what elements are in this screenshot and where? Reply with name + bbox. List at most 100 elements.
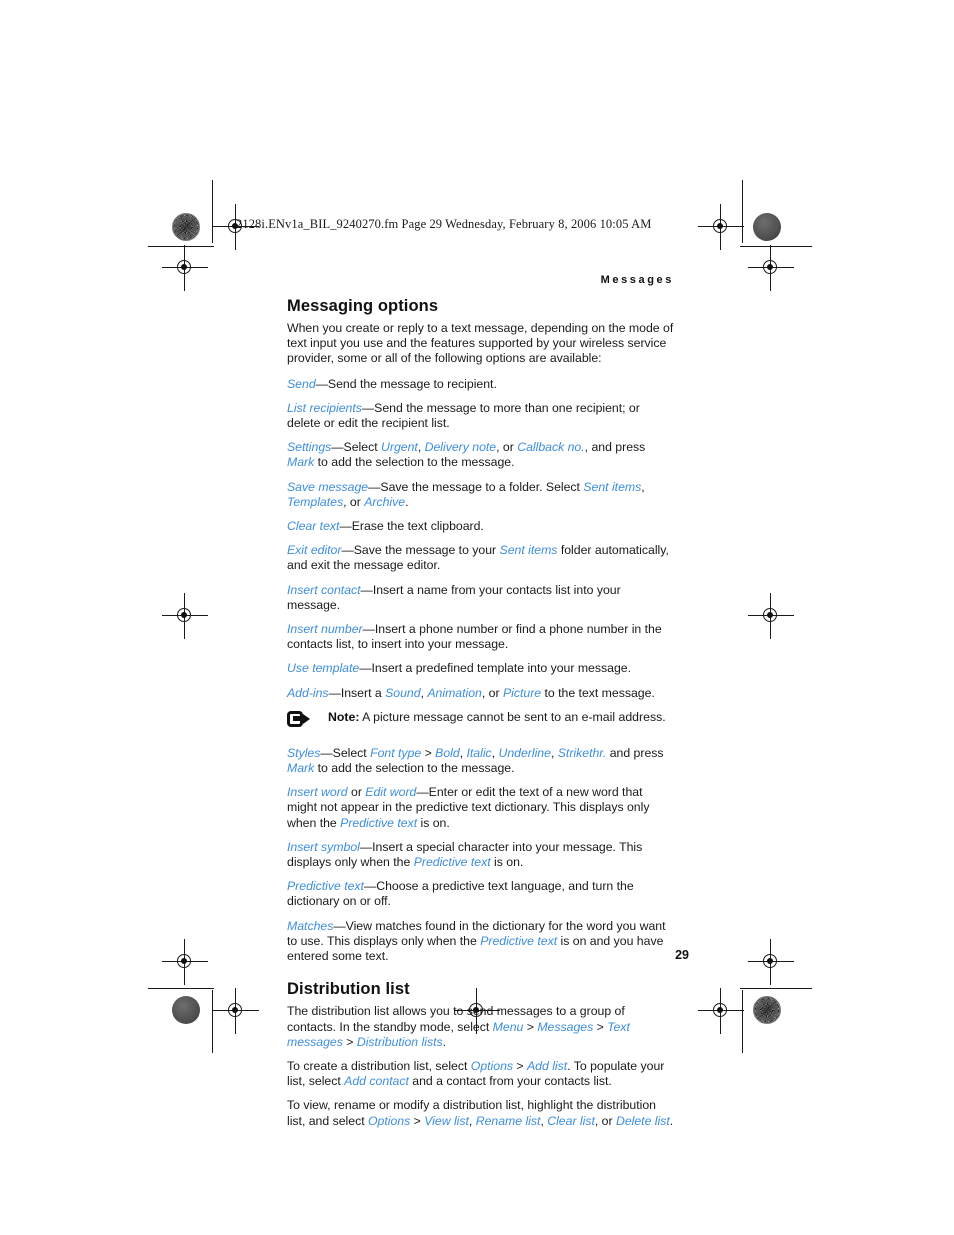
term-bold: Bold <box>435 745 460 760</box>
option-add-ins: Add-ins—Insert a Sound, Animation, or Pi… <box>287 686 675 701</box>
dist-p2-t4: and a contact from your contacts list. <box>408 1074 612 1089</box>
option-insert-contact: Insert contact—Insert a name from your c… <box>287 583 675 613</box>
option-insert-symbol: Insert symbol—Insert a special character… <box>287 840 675 870</box>
dist-p3-t3: , <box>468 1113 476 1128</box>
term-font-type: Font type <box>370 745 422 760</box>
save-message-t4: . <box>405 494 409 509</box>
running-head: Messages <box>600 274 674 286</box>
dist-p2-t2: > <box>513 1058 527 1073</box>
trim-rule-top-right <box>740 246 812 247</box>
term-sent-items: Sent items <box>583 479 642 494</box>
trim-rule-left <box>212 180 213 243</box>
dist-p3-t6: . <box>669 1113 674 1128</box>
section-heading-messaging-options: Messaging options <box>287 297 439 315</box>
term-sound: Sound <box>385 685 421 700</box>
term-underline: Underline <box>498 745 551 760</box>
trim-rule-top-left <box>148 246 214 247</box>
registration-mark-lower-right <box>748 939 794 985</box>
trim-rule-bottom-left <box>148 988 214 989</box>
add-ins-t3: , or <box>481 685 503 700</box>
term-urgent: Urgent <box>381 440 418 455</box>
save-message-t1: —Save the message to a folder. Select <box>368 479 584 494</box>
trim-rule-right-lower <box>742 990 743 1053</box>
messaging-options-intro: When you create or reply to a text messa… <box>287 321 674 366</box>
term-add-contact: Add contact <box>344 1074 409 1089</box>
dist-p1-t5: . <box>442 1034 447 1049</box>
insert-symbol-t2: is on. <box>490 855 524 870</box>
trim-rule-bottom-right <box>740 988 812 989</box>
registration-blob-top-right <box>753 213 781 241</box>
dist-p3-t5: , or <box>594 1113 616 1128</box>
insert-word-t3: is on. <box>417 815 450 830</box>
option-clear-text-desc: —Erase the text clipboard. <box>339 519 484 534</box>
registration-mark-upper-right <box>748 245 794 291</box>
registration-mark-bottom-left <box>213 988 259 1034</box>
term-clear-list: Clear list <box>547 1113 595 1128</box>
note-arrow-icon <box>287 710 311 732</box>
settings-t5: to add the selection to the message. <box>314 455 515 470</box>
option-use-template: Use template—Insert a predefined templat… <box>287 661 675 676</box>
term-delivery-note: Delivery note <box>424 440 497 455</box>
term-archive: Archive <box>364 494 406 509</box>
save-message-t2: , <box>641 479 645 494</box>
term-predictive-text-2: Predictive text <box>413 855 491 870</box>
term-animation: Animation <box>427 685 482 700</box>
section-heading-distribution-list: Distribution list <box>287 980 410 999</box>
term-insert-number: Insert number <box>287 622 363 637</box>
note-text: A picture message cannot be sent to an e… <box>362 709 666 724</box>
option-list-recipients: List recipients—Send the message to more… <box>287 401 675 431</box>
settings-t4: , and press <box>584 440 646 455</box>
option-send-desc: —Send the message to recipient. <box>315 376 497 391</box>
page-content: Messaging options When you create or rep… <box>287 297 675 1138</box>
add-ins-t4: to the text message. <box>541 685 655 700</box>
term-view-list: View list <box>424 1113 469 1128</box>
note-label: Note: <box>328 709 360 724</box>
term-delete-list: Delete list <box>615 1113 670 1128</box>
term-templates: Templates <box>287 494 344 509</box>
term-rename-list: Rename list <box>475 1113 541 1128</box>
registration-blob-top-left <box>172 213 200 241</box>
note-body: Note: A picture message cannot be sent t… <box>311 710 666 725</box>
styles-t2: > <box>421 745 436 760</box>
add-ins-t1: —Insert a <box>328 685 386 700</box>
registration-mark-upper-left <box>162 245 208 291</box>
term-clear-text: Clear text <box>287 519 340 534</box>
option-clear-text: Clear text—Erase the text clipboard. <box>287 519 675 534</box>
registration-mark-bottom-right <box>698 988 744 1034</box>
term-edit-word: Edit word <box>365 785 417 800</box>
dist-p3-t2: > <box>410 1113 425 1128</box>
term-insert-contact: Insert contact <box>287 582 361 597</box>
exit-editor-t1: —Save the message to your <box>341 543 500 558</box>
term-messages: Messages <box>537 1019 594 1034</box>
term-predictive-text-1: Predictive text <box>340 815 418 830</box>
term-exit-editor: Exit editor <box>287 543 342 558</box>
dist-p1-t4: > <box>342 1034 357 1049</box>
settings-t2: , <box>417 440 425 455</box>
term-add-ins: Add-ins <box>287 685 329 700</box>
insert-word-t1: or <box>347 785 366 800</box>
term-strikethr: Strikethr. <box>557 745 607 760</box>
distribution-list-p3: To view, rename or modify a distribution… <box>287 1098 675 1128</box>
term-send: Send <box>287 376 316 391</box>
page-number: 29 <box>675 948 689 962</box>
term-mark-2: Mark <box>287 761 315 776</box>
term-predictive-text: Predictive text <box>287 879 364 894</box>
term-save-message: Save message <box>287 479 369 494</box>
term-use-template: Use template <box>287 661 360 676</box>
term-add-list: Add list <box>527 1058 568 1073</box>
term-list-recipients: List recipients <box>287 400 362 415</box>
styles-t1: —Select <box>320 745 371 760</box>
distribution-list-p2: To create a distribution list, select Op… <box>287 1059 675 1089</box>
registration-mark-middle-right <box>748 593 794 639</box>
term-insert-symbol: Insert symbol <box>287 839 360 854</box>
styles-t7: to add the selection to the message. <box>314 761 515 776</box>
registration-blob-bottom-left <box>172 996 200 1024</box>
option-insert-number: Insert number—Insert a phone number or f… <box>287 622 675 652</box>
registration-mark-middle-left <box>162 593 208 639</box>
term-distribution-lists: Distribution lists <box>356 1034 443 1049</box>
term-matches: Matches <box>287 918 334 933</box>
option-insert-word: Insert word or Edit word—Enter or edit t… <box>287 785 675 831</box>
trim-rule-right <box>742 180 743 243</box>
save-message-t3: , or <box>343 494 365 509</box>
option-use-template-desc: —Insert a predefined template into your … <box>359 661 631 676</box>
